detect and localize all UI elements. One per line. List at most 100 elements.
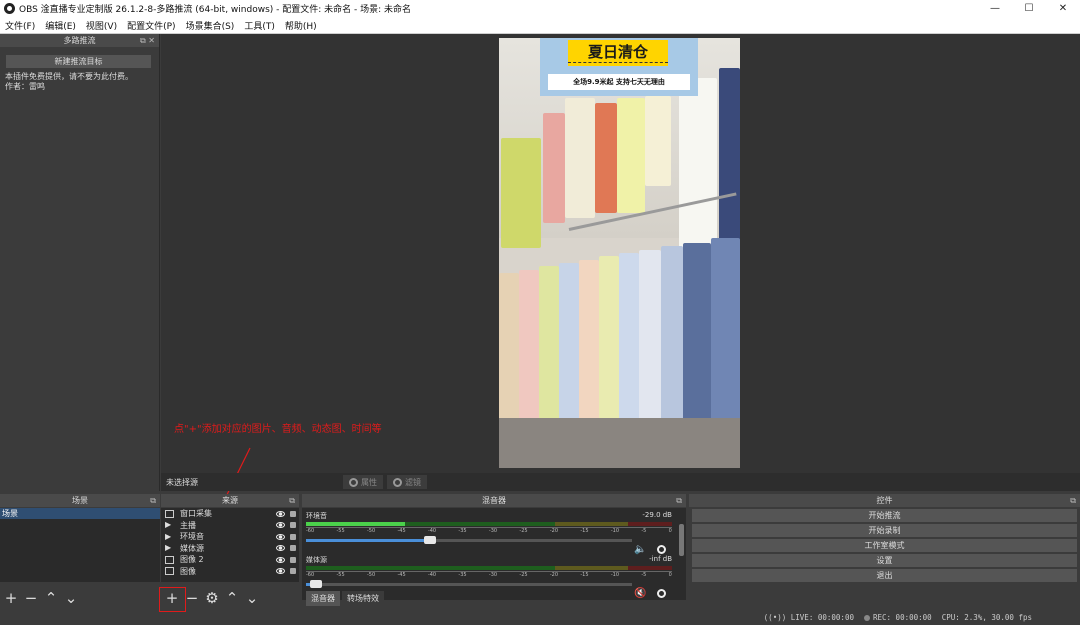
mixer-tracks: 环境音 -29.0 dB -60 -55 -50 -45 -40 -35 -30 -25 -20…: [302, 508, 686, 600]
menu-edit[interactable]: 编辑(E): [40, 19, 81, 32]
visibility-eye-icon[interactable]: [276, 510, 285, 517]
preview-canvas[interactable]: 夏日清仓 全场9.9米起 支持七天无理由: [499, 38, 740, 468]
plugin-info-line1: 本插件免费提供，请不要为此付费。: [5, 72, 133, 81]
lock-icon[interactable]: [290, 568, 296, 575]
rec-dot-icon: [863, 615, 870, 621]
track-name: 媒体源: [306, 556, 327, 564]
filters-button[interactable]: 滤镜: [387, 475, 427, 489]
lock-icon[interactable]: [290, 556, 296, 563]
visibility-eye-icon[interactable]: [276, 556, 285, 563]
mixer-tabs: 混音器 转场特效: [306, 591, 384, 606]
media-play-icon: ▶: [165, 543, 172, 553]
source-label: 主播: [180, 520, 196, 530]
start-streaming-button[interactable]: 开始推流: [692, 509, 1077, 522]
menu-tools[interactable]: 工具(T): [239, 19, 280, 32]
scenes-list[interactable]: 场景: [0, 508, 160, 582]
volume-slider[interactable]: [306, 580, 632, 588]
sale-sign: 夏日清仓 全场9.9米起 支持七天无理由: [540, 38, 698, 96]
remove-scene-icon[interactable]: −: [22, 589, 40, 607]
dock-float-icon[interactable]: ⧉: [1070, 494, 1076, 507]
scale-tick-label: -10: [610, 528, 620, 534]
scale-tick-label: -25: [519, 528, 528, 534]
scale-tick-label: -60: [306, 572, 315, 578]
track-gear-icon[interactable]: [657, 589, 666, 598]
menu-file[interactable]: 文件(F): [0, 19, 40, 32]
settings-button[interactable]: 设置: [692, 554, 1077, 567]
live-time: LIVE: 00:00:00: [790, 613, 854, 622]
source-item-host[interactable]: ▶ 主播: [161, 520, 299, 532]
source-item-image-2[interactable]: 图像 2: [161, 554, 299, 566]
track-gear-icon[interactable]: [657, 545, 666, 554]
slider-knob[interactable]: [423, 536, 436, 544]
garment-rack-5: [579, 260, 599, 425]
menu-profile[interactable]: 配置文件(P): [122, 19, 180, 32]
preview-area[interactable]: 夏日清仓 全场9.9米起 支持七天无理由: [161, 34, 1080, 473]
volume-slider[interactable]: [306, 536, 632, 544]
garment-rack-2: [519, 270, 539, 425]
visibility-eye-icon[interactable]: [276, 545, 285, 552]
scenes-dock: 场景 ⧉ 场景 + − ⌃ ⌄: [0, 494, 160, 612]
slider-knob[interactable]: [309, 580, 322, 588]
source-item-ambient[interactable]: ▶ 环境音: [161, 531, 299, 543]
muted-speaker-icon[interactable]: 🔇: [634, 589, 646, 599]
dock-float-icon[interactable]: ⧉: [150, 494, 156, 507]
scale-tick-label: -45: [397, 528, 406, 534]
lock-icon[interactable]: [290, 545, 296, 552]
sources-list[interactable]: 窗口采集 ▶ 主播 ▶ 环境音 ▶ 媒体源 图像 2 图像: [161, 508, 299, 582]
visibility-eye-icon[interactable]: [276, 533, 285, 540]
tab-mixer[interactable]: 混音器: [306, 591, 340, 606]
source-item-media[interactable]: ▶ 媒体源: [161, 543, 299, 555]
dock-float-close-icon[interactable]: ⧉ ✕: [140, 34, 155, 47]
properties-button[interactable]: 属性: [343, 475, 383, 489]
controls-title: 控件 ⧉: [689, 494, 1080, 507]
lock-icon[interactable]: [290, 510, 296, 517]
garment-denim-top: [719, 68, 740, 258]
multistream-dock-title: 多路推流 ⧉ ✕: [0, 34, 159, 47]
scale-tick-label: -20: [549, 572, 559, 578]
scene-item[interactable]: 场景: [0, 508, 160, 519]
filter-icon: [393, 477, 402, 487]
menu-help[interactable]: 帮助(H): [280, 19, 322, 32]
scale-tick-label: -50: [366, 528, 376, 534]
scale-tick-label: -15: [580, 572, 589, 578]
new-stream-target-button[interactable]: 新建推流目标: [6, 55, 151, 68]
speaker-icon[interactable]: 🔈: [634, 545, 646, 555]
close-button[interactable]: ✕: [1046, 0, 1080, 17]
scenes-toolbar: + − ⌃ ⌄: [0, 588, 80, 608]
scenes-title-label: 场景: [72, 496, 88, 505]
start-recording-button[interactable]: 开始录制: [692, 524, 1077, 537]
meter-scale: -60 -55 -50 -45 -40 -35 -30 -25 -20 -15 -10 -5 0: [306, 571, 672, 579]
dock-float-icon[interactable]: ⧉: [676, 494, 682, 507]
visibility-eye-icon[interactable]: [276, 522, 285, 529]
add-scene-icon[interactable]: +: [2, 589, 20, 607]
garment-rack-denim-2: [711, 238, 740, 423]
tab-transitions[interactable]: 转场特效: [342, 591, 384, 606]
dock-float-icon[interactable]: ⧉: [289, 494, 295, 507]
minimize-button[interactable]: —: [978, 0, 1012, 17]
source-item-window-capture[interactable]: 窗口采集: [161, 508, 299, 520]
scale-tick-label: -60: [306, 528, 315, 534]
garment-rack-6: [599, 256, 619, 424]
scale-tick-label: -35: [458, 528, 467, 534]
move-up-icon[interactable]: ⌃: [42, 589, 60, 607]
maximize-button[interactable]: ☐: [1012, 0, 1046, 17]
source-item-image[interactable]: 图像: [161, 566, 299, 578]
move-up-icon[interactable]: ⌃: [223, 589, 241, 607]
visibility-eye-icon[interactable]: [276, 568, 285, 575]
move-down-icon[interactable]: ⌄: [243, 589, 261, 607]
menu-scene-collection[interactable]: 场景集合(S): [181, 19, 240, 32]
studio-mode-button[interactable]: 工作室模式: [692, 539, 1077, 552]
scale-tick-label: -35: [458, 572, 467, 578]
menu-view[interactable]: 视图(V): [81, 19, 122, 32]
move-down-icon[interactable]: ⌄: [62, 589, 80, 607]
mixer-scrollbar[interactable]: [679, 524, 684, 556]
lock-icon[interactable]: [290, 533, 296, 540]
sale-sign-subtitle: 全场9.9米起 支持七天无理由: [548, 74, 690, 90]
volume-meter: [306, 566, 672, 570]
mixer-title-label: 混音器: [482, 496, 506, 505]
lock-icon[interactable]: [290, 522, 296, 529]
multistream-dock: 多路推流 ⧉ ✕ 新建推流目标 本插件免费提供，请不要为此付费。 作者：雷鸣: [0, 34, 160, 491]
exit-button[interactable]: 退出: [692, 569, 1077, 582]
source-gear-icon[interactable]: ⚙: [203, 589, 221, 607]
scale-tick-label: -45: [397, 572, 406, 578]
